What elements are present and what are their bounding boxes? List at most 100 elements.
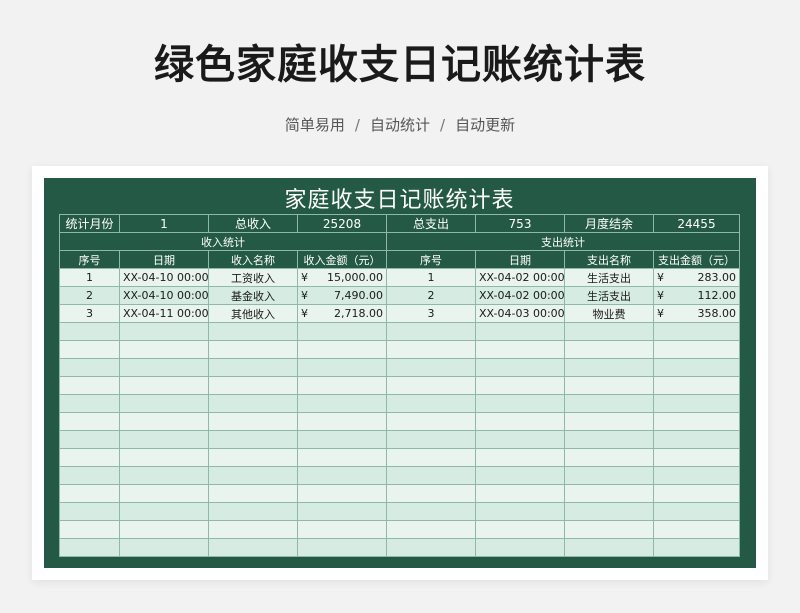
expense-cell-no[interactable] xyxy=(386,430,476,449)
expense-cell-no[interactable] xyxy=(386,358,476,377)
income-cell-amount[interactable] xyxy=(297,448,387,467)
income-cell-no[interactable] xyxy=(59,448,120,467)
expense-cell-amount[interactable]: ¥283.00 xyxy=(652,268,741,287)
income-cell-amount[interactable] xyxy=(297,412,387,431)
expense-cell-name[interactable] xyxy=(564,412,654,431)
income-cell-name[interactable] xyxy=(208,430,298,449)
expense-cell-name[interactable] xyxy=(564,448,654,467)
expense-cell-no[interactable] xyxy=(386,502,476,521)
expense-cell-no[interactable] xyxy=(386,340,476,359)
expense-cell-amount[interactable] xyxy=(652,340,741,359)
expense-cell-name[interactable] xyxy=(564,394,654,413)
income-cell-date[interactable] xyxy=(119,358,209,377)
expense-cell-no[interactable] xyxy=(386,448,476,467)
income-cell-date[interactable] xyxy=(119,538,209,557)
expense-cell-date[interactable]: XX-04-03 00:00:00 xyxy=(475,304,565,323)
income-cell-amount[interactable]: ¥2,718.00 xyxy=(297,304,387,323)
income-cell-no[interactable] xyxy=(59,394,120,413)
expense-cell-date[interactable] xyxy=(475,430,565,449)
income-cell-no[interactable] xyxy=(59,502,120,521)
expense-cell-no[interactable] xyxy=(386,484,476,503)
income-cell-no[interactable] xyxy=(59,538,120,557)
income-cell-date[interactable]: XX-04-10 00:00:00 xyxy=(119,268,209,287)
income-cell-no[interactable]: 3 xyxy=(59,304,120,323)
income-cell-amount[interactable] xyxy=(297,358,387,377)
expense-cell-amount[interactable] xyxy=(652,538,741,557)
balance-value[interactable]: 24455 xyxy=(652,214,741,233)
expense-cell-amount[interactable] xyxy=(652,358,741,377)
income-cell-date[interactable] xyxy=(119,484,209,503)
expense-cell-date[interactable] xyxy=(475,466,565,485)
expense-cell-name[interactable] xyxy=(564,466,654,485)
expense-cell-no[interactable] xyxy=(386,322,476,341)
income-cell-date[interactable] xyxy=(119,340,209,359)
income-cell-amount[interactable] xyxy=(297,430,387,449)
income-cell-date[interactable] xyxy=(119,394,209,413)
income-cell-amount[interactable] xyxy=(297,466,387,485)
expense-cell-name[interactable]: 生活支出 xyxy=(564,286,654,305)
expense-cell-name[interactable] xyxy=(564,484,654,503)
income-cell-no[interactable] xyxy=(59,358,120,377)
income-cell-name[interactable]: 工资收入 xyxy=(208,268,298,287)
income-cell-amount[interactable] xyxy=(297,394,387,413)
income-cell-name[interactable] xyxy=(208,538,298,557)
expense-cell-amount[interactable] xyxy=(652,430,741,449)
expense-cell-date[interactable] xyxy=(475,502,565,521)
income-cell-amount[interactable]: ¥7,490.00 xyxy=(297,286,387,305)
income-cell-name[interactable] xyxy=(208,322,298,341)
expense-cell-date[interactable]: XX-04-02 00:00:00 xyxy=(475,286,565,305)
income-cell-name[interactable] xyxy=(208,394,298,413)
expense-cell-amount[interactable] xyxy=(652,466,741,485)
expense-cell-no[interactable]: 2 xyxy=(386,286,476,305)
income-cell-no[interactable] xyxy=(59,412,120,431)
total-expense-value[interactable]: 753 xyxy=(475,214,565,233)
expense-cell-amount[interactable]: ¥112.00 xyxy=(652,286,741,305)
expense-cell-amount[interactable] xyxy=(652,502,741,521)
expense-cell-date[interactable]: XX-04-02 00:00:00 xyxy=(475,268,565,287)
expense-cell-no[interactable] xyxy=(386,520,476,539)
expense-cell-name[interactable] xyxy=(564,502,654,521)
income-cell-no[interactable]: 1 xyxy=(59,268,120,287)
expense-cell-no[interactable] xyxy=(386,412,476,431)
income-cell-no[interactable] xyxy=(59,484,120,503)
income-cell-date[interactable] xyxy=(119,502,209,521)
income-cell-name[interactable] xyxy=(208,448,298,467)
expense-cell-no[interactable]: 1 xyxy=(386,268,476,287)
expense-cell-no[interactable] xyxy=(386,538,476,557)
expense-cell-name[interactable] xyxy=(564,538,654,557)
total-income-value[interactable]: 25208 xyxy=(297,214,387,233)
expense-cell-no[interactable]: 3 xyxy=(386,304,476,323)
expense-cell-name[interactable] xyxy=(564,430,654,449)
income-cell-date[interactable] xyxy=(119,322,209,341)
income-cell-name[interactable] xyxy=(208,340,298,359)
expense-cell-no[interactable] xyxy=(386,466,476,485)
income-cell-name[interactable] xyxy=(208,412,298,431)
income-cell-amount[interactable] xyxy=(297,502,387,521)
expense-cell-amount[interactable] xyxy=(652,484,741,503)
month-value[interactable]: 1 xyxy=(119,214,209,233)
income-cell-date[interactable] xyxy=(119,466,209,485)
expense-cell-date[interactable] xyxy=(475,538,565,557)
expense-cell-amount[interactable] xyxy=(652,322,741,341)
income-cell-name[interactable] xyxy=(208,358,298,377)
expense-cell-date[interactable] xyxy=(475,520,565,539)
expense-cell-name[interactable] xyxy=(564,340,654,359)
expense-cell-name[interactable] xyxy=(564,322,654,341)
income-cell-amount[interactable] xyxy=(297,322,387,341)
income-cell-name[interactable] xyxy=(208,484,298,503)
income-cell-no[interactable] xyxy=(59,466,120,485)
income-cell-name[interactable] xyxy=(208,520,298,539)
expense-cell-name[interactable] xyxy=(564,358,654,377)
income-cell-date[interactable]: XX-04-10 00:00:00 xyxy=(119,286,209,305)
income-cell-date[interactable] xyxy=(119,412,209,431)
expense-cell-name[interactable] xyxy=(564,520,654,539)
expense-cell-date[interactable] xyxy=(475,376,565,395)
expense-cell-amount[interactable] xyxy=(652,394,741,413)
income-cell-no[interactable] xyxy=(59,376,120,395)
income-cell-date[interactable] xyxy=(119,448,209,467)
income-cell-date[interactable] xyxy=(119,376,209,395)
expense-cell-date[interactable] xyxy=(475,412,565,431)
income-cell-amount[interactable] xyxy=(297,340,387,359)
expense-cell-date[interactable] xyxy=(475,340,565,359)
income-cell-amount[interactable] xyxy=(297,484,387,503)
